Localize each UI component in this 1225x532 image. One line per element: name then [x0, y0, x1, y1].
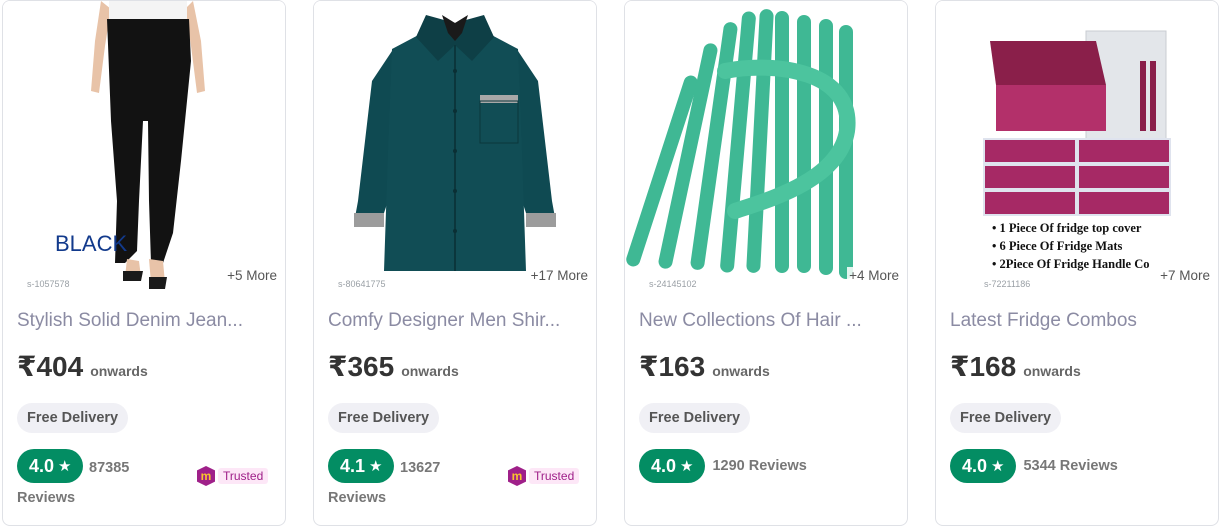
product-card[interactable]: • 1 Piece Of fridge top cover • 6 Piece …	[935, 0, 1219, 526]
rating-badge: 4.0 ★	[950, 449, 1017, 483]
more-variants-label[interactable]: +4 More	[847, 267, 901, 284]
star-icon: ★	[369, 458, 383, 475]
price-row: ₹365 onwards	[328, 350, 459, 383]
product-image[interactable]: s-80641775 +17 More	[314, 1, 596, 293]
product-price: ₹168	[950, 351, 1017, 382]
rating-row: 4.0 ★ 5344 Reviews	[950, 449, 1118, 483]
free-delivery-badge: Free Delivery	[328, 403, 440, 433]
rating-value: 4.1	[340, 455, 366, 476]
rating-value: 4.0	[962, 455, 988, 476]
product-sku: s-24145102	[649, 279, 697, 289]
more-variants-label[interactable]: +17 More	[528, 267, 590, 284]
more-variants-label[interactable]: +7 More	[1158, 267, 1212, 284]
star-icon: ★	[680, 458, 694, 475]
product-grid: BLACK s-1057578 +5 More Stylish Solid De…	[0, 0, 1225, 532]
rating-value: 4.0	[29, 455, 55, 476]
product-image[interactable]: • 1 Piece Of fridge top cover • 6 Piece …	[936, 1, 1218, 293]
reviews-label: Reviews	[17, 490, 76, 506]
rating-badge: 4.0 ★	[17, 449, 84, 483]
star-icon: ★	[58, 458, 72, 475]
rating-badge: 4.0 ★	[639, 449, 706, 483]
reviews-count: 1290 Reviews	[712, 458, 807, 474]
rating-row: 4.0 ★ 1290 Reviews	[639, 449, 807, 483]
product-price: ₹365	[328, 351, 395, 382]
price-suffix: onwards	[401, 363, 459, 379]
image-line: • 6 Piece Of Fridge Mats	[992, 239, 1123, 253]
trusted-badge: m Trusted	[508, 466, 580, 486]
product-title[interactable]: Latest Fridge Combos	[950, 310, 1202, 332]
image-caption: BLACK	[55, 231, 128, 256]
reviews-count: 87385	[89, 460, 130, 476]
trusted-label: Trusted	[218, 468, 269, 484]
rating-row: 4.0 ★	[17, 449, 84, 483]
product-price: ₹404	[17, 351, 84, 382]
product-title[interactable]: New Collections Of Hair ...	[639, 310, 891, 332]
product-title[interactable]: Comfy Designer Men Shir...	[328, 310, 580, 332]
rating-value: 4.0	[651, 455, 677, 476]
trusted-badge: m Trusted	[197, 466, 269, 486]
product-sku: s-72211186	[984, 279, 1031, 289]
product-price: ₹163	[639, 351, 706, 382]
reviews-count: 13627	[400, 460, 441, 476]
price-suffix: onwards	[1023, 363, 1081, 379]
product-image[interactable]: BLACK s-1057578 +5 More	[3, 1, 285, 293]
price-suffix: onwards	[712, 363, 770, 379]
reviews-count: 5344 Reviews	[1023, 458, 1118, 474]
price-row: ₹404 onwards	[17, 350, 148, 383]
price-row: ₹168 onwards	[950, 350, 1081, 383]
rating-badge: 4.1 ★	[328, 449, 395, 483]
product-card[interactable]: s-80641775 +17 More Comfy Designer Men S…	[313, 0, 597, 526]
price-suffix: onwards	[90, 363, 148, 379]
product-image[interactable]: s-24145102 +4 More	[625, 1, 907, 293]
free-delivery-badge: Free Delivery	[17, 403, 129, 433]
image-line: • 1 Piece Of fridge top cover	[992, 221, 1142, 235]
trusted-label: Trusted	[529, 468, 580, 484]
product-sku: s-80641775	[338, 279, 386, 289]
image-text-block: • 1 Piece Of fridge top cover • 6 Piece …	[992, 219, 1150, 273]
image-line: • 2Piece Of Fridge Handle Co	[992, 257, 1150, 271]
reviews-label: Reviews	[328, 490, 387, 506]
free-delivery-badge: Free Delivery	[639, 403, 751, 433]
price-row: ₹163 onwards	[639, 350, 770, 383]
rating-row: 4.1 ★	[328, 449, 395, 483]
product-card[interactable]: s-24145102 +4 More New Collections Of Ha…	[624, 0, 908, 526]
meesho-m-icon: m	[197, 466, 215, 486]
product-card[interactable]: BLACK s-1057578 +5 More Stylish Solid De…	[2, 0, 286, 526]
star-icon: ★	[991, 458, 1005, 475]
meesho-m-icon: m	[508, 466, 526, 486]
product-sku: s-1057578	[27, 279, 70, 289]
product-title[interactable]: Stylish Solid Denim Jean...	[17, 310, 269, 332]
more-variants-label[interactable]: +5 More	[225, 267, 279, 284]
free-delivery-badge: Free Delivery	[950, 403, 1062, 433]
